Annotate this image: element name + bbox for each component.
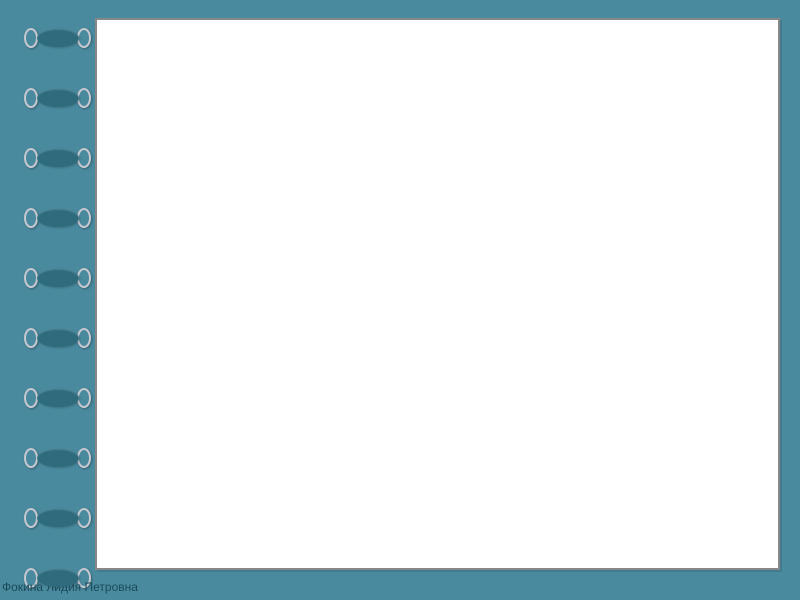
ring-hole-left bbox=[24, 208, 38, 228]
ring-hole-right bbox=[77, 448, 91, 468]
binding-ring bbox=[30, 448, 85, 468]
ring-hole-right bbox=[77, 88, 91, 108]
binding-oval bbox=[37, 449, 79, 467]
ring-hole-right bbox=[77, 508, 91, 528]
ring-hole-right bbox=[77, 388, 91, 408]
binding-oval bbox=[37, 29, 79, 47]
ring-hole-right bbox=[77, 148, 91, 168]
ring-hole-right bbox=[77, 328, 91, 348]
ring-hole-right bbox=[77, 268, 91, 288]
ring-hole-left bbox=[24, 448, 38, 468]
binding-ring bbox=[30, 148, 85, 168]
spiral-bindings bbox=[30, 28, 85, 588]
ring-hole-left bbox=[24, 508, 38, 528]
ring-hole-left bbox=[24, 28, 38, 48]
ring-hole-right bbox=[77, 28, 91, 48]
ring-hole-right bbox=[77, 208, 91, 228]
binding-oval bbox=[37, 389, 79, 407]
ring-hole-left bbox=[24, 148, 38, 168]
notebook-page bbox=[95, 18, 780, 570]
binding-oval bbox=[37, 329, 79, 347]
ring-hole-left bbox=[24, 388, 38, 408]
ring-hole-left bbox=[24, 88, 38, 108]
binding-oval bbox=[37, 149, 79, 167]
binding-oval bbox=[37, 569, 79, 587]
ring-hole-left bbox=[24, 268, 38, 288]
binding-ring bbox=[30, 208, 85, 228]
binding-ring bbox=[30, 508, 85, 528]
binding-ring bbox=[30, 28, 85, 48]
binding-oval bbox=[37, 209, 79, 227]
binding-oval bbox=[37, 509, 79, 527]
binding-ring bbox=[30, 268, 85, 288]
binding-ring bbox=[30, 328, 85, 348]
ring-hole-left bbox=[24, 328, 38, 348]
binding-oval bbox=[37, 89, 79, 107]
binding-oval bbox=[37, 269, 79, 287]
binding-ring bbox=[30, 388, 85, 408]
binding-ring bbox=[30, 88, 85, 108]
